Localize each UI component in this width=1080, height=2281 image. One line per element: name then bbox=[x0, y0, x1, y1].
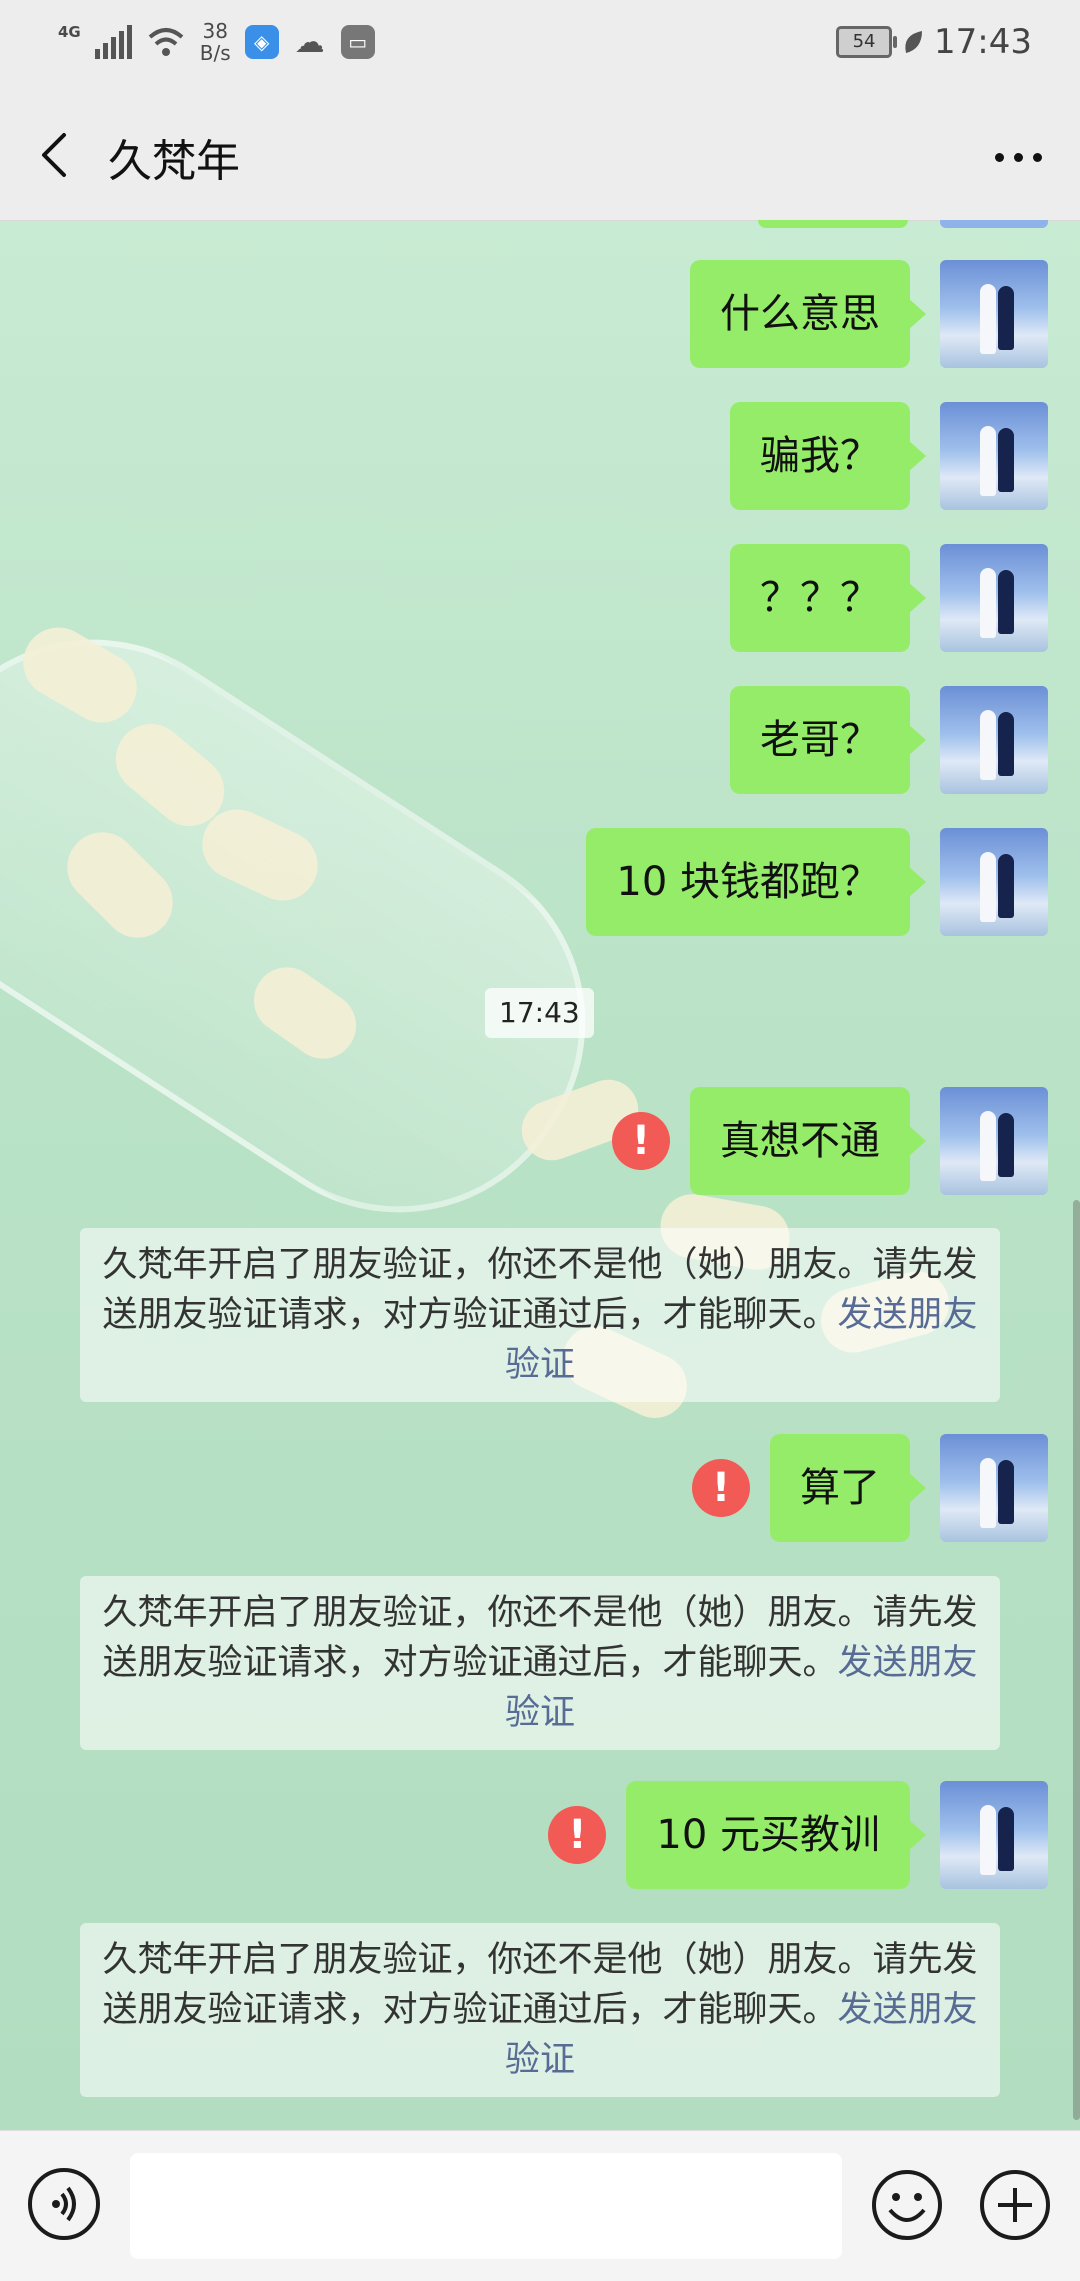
avatar[interactable] bbox=[940, 260, 1048, 368]
scrollbar[interactable] bbox=[1073, 1200, 1080, 2120]
leaf-icon bbox=[905, 31, 923, 53]
chat-input-bar bbox=[0, 2130, 1080, 2281]
avatar[interactable] bbox=[940, 544, 1048, 652]
status-bar-left: 4G 38 B/s ◈ ☁ ▭ bbox=[58, 20, 375, 64]
friend-verification-notice: 久梵年开启了朋友验证，你还不是他（她）朋友。请先发送朋友验证请求，对方验证通过后… bbox=[80, 1923, 1000, 2097]
send-failed-icon[interactable]: ! bbox=[548, 1806, 607, 1864]
voice-icon bbox=[52, 2186, 76, 2222]
message-row: ! 10 元买教训 bbox=[548, 1781, 1048, 1889]
message-row: 10 块钱都跑？ bbox=[586, 828, 1048, 936]
message-bubble[interactable]: 骗我？ bbox=[730, 402, 926, 510]
avatar[interactable] bbox=[940, 1087, 1048, 1195]
message-bubble[interactable]: 什么意思 bbox=[690, 260, 926, 368]
wechat-icon: ☁ bbox=[294, 24, 325, 60]
message-row: 什么意思 bbox=[690, 260, 1048, 368]
shield-app-icon: ◈ bbox=[244, 25, 279, 59]
message-bubble[interactable]: 真想不通 bbox=[690, 1087, 926, 1195]
back-arrow-icon[interactable] bbox=[28, 125, 88, 185]
plus-icon[interactable] bbox=[978, 2168, 1052, 2242]
partial-message-bubble bbox=[758, 220, 908, 228]
network-speed-unit: B/s bbox=[199, 41, 231, 65]
send-failed-icon[interactable]: ! bbox=[692, 1459, 750, 1517]
chat-header: 久梵年 bbox=[0, 95, 1080, 221]
network-speed-value: 38 bbox=[202, 19, 228, 43]
status-bar-right: 54 17:43 bbox=[836, 22, 1032, 62]
friend-verification-notice: 久梵年开启了朋友验证，你还不是他（她）朋友。请先发送朋友验证请求，对方验证通过后… bbox=[80, 1228, 1000, 1402]
send-failed-icon[interactable]: ! bbox=[612, 1112, 670, 1170]
message-bubble[interactable]: 算了 bbox=[770, 1434, 926, 1542]
message-bubble[interactable]: 10 块钱都跑？ bbox=[586, 828, 926, 936]
message-bubble[interactable]: ？？？ bbox=[730, 544, 926, 652]
message-bubble[interactable]: 老哥？ bbox=[730, 686, 926, 794]
voice-input-button[interactable] bbox=[28, 2168, 100, 2240]
chat-title: 久梵年 bbox=[108, 136, 240, 187]
partial-avatar bbox=[940, 220, 1048, 228]
avatar[interactable] bbox=[940, 1781, 1048, 1889]
more-options-icon[interactable] bbox=[986, 127, 1050, 187]
avatar[interactable] bbox=[940, 828, 1048, 936]
message-input[interactable] bbox=[130, 2153, 842, 2259]
status-bar: 4G 38 B/s ◈ ☁ ▭ 54 17:43 bbox=[0, 0, 1080, 95]
message-row: 骗我？ bbox=[730, 402, 1048, 510]
gallery-app-icon: ▭ bbox=[340, 25, 375, 59]
message-bubble[interactable]: 10 元买教训 bbox=[626, 1781, 926, 1889]
message-timestamp: 17:43 bbox=[485, 988, 594, 1038]
wifi-icon bbox=[148, 28, 184, 56]
message-row: 老哥？ bbox=[730, 686, 1048, 794]
message-row: ! 真想不通 bbox=[612, 1087, 1048, 1195]
network-speed: 38 B/s bbox=[200, 20, 231, 64]
avatar[interactable] bbox=[940, 1434, 1048, 1542]
avatar[interactable] bbox=[940, 686, 1048, 794]
avatar[interactable] bbox=[940, 402, 1048, 510]
battery-icon: 54 bbox=[836, 26, 898, 58]
emoji-icon[interactable] bbox=[870, 2168, 944, 2242]
message-row: ! 算了 bbox=[692, 1434, 1048, 1542]
friend-verification-notice: 久梵年开启了朋友验证，你还不是他（她）朋友。请先发送朋友验证请求，对方验证通过后… bbox=[80, 1576, 1000, 1750]
signal-icon bbox=[94, 25, 132, 59]
message-row: ？？？ bbox=[730, 544, 1048, 652]
status-time: 17:43 bbox=[934, 22, 1032, 62]
network-type: 4G bbox=[58, 23, 81, 41]
